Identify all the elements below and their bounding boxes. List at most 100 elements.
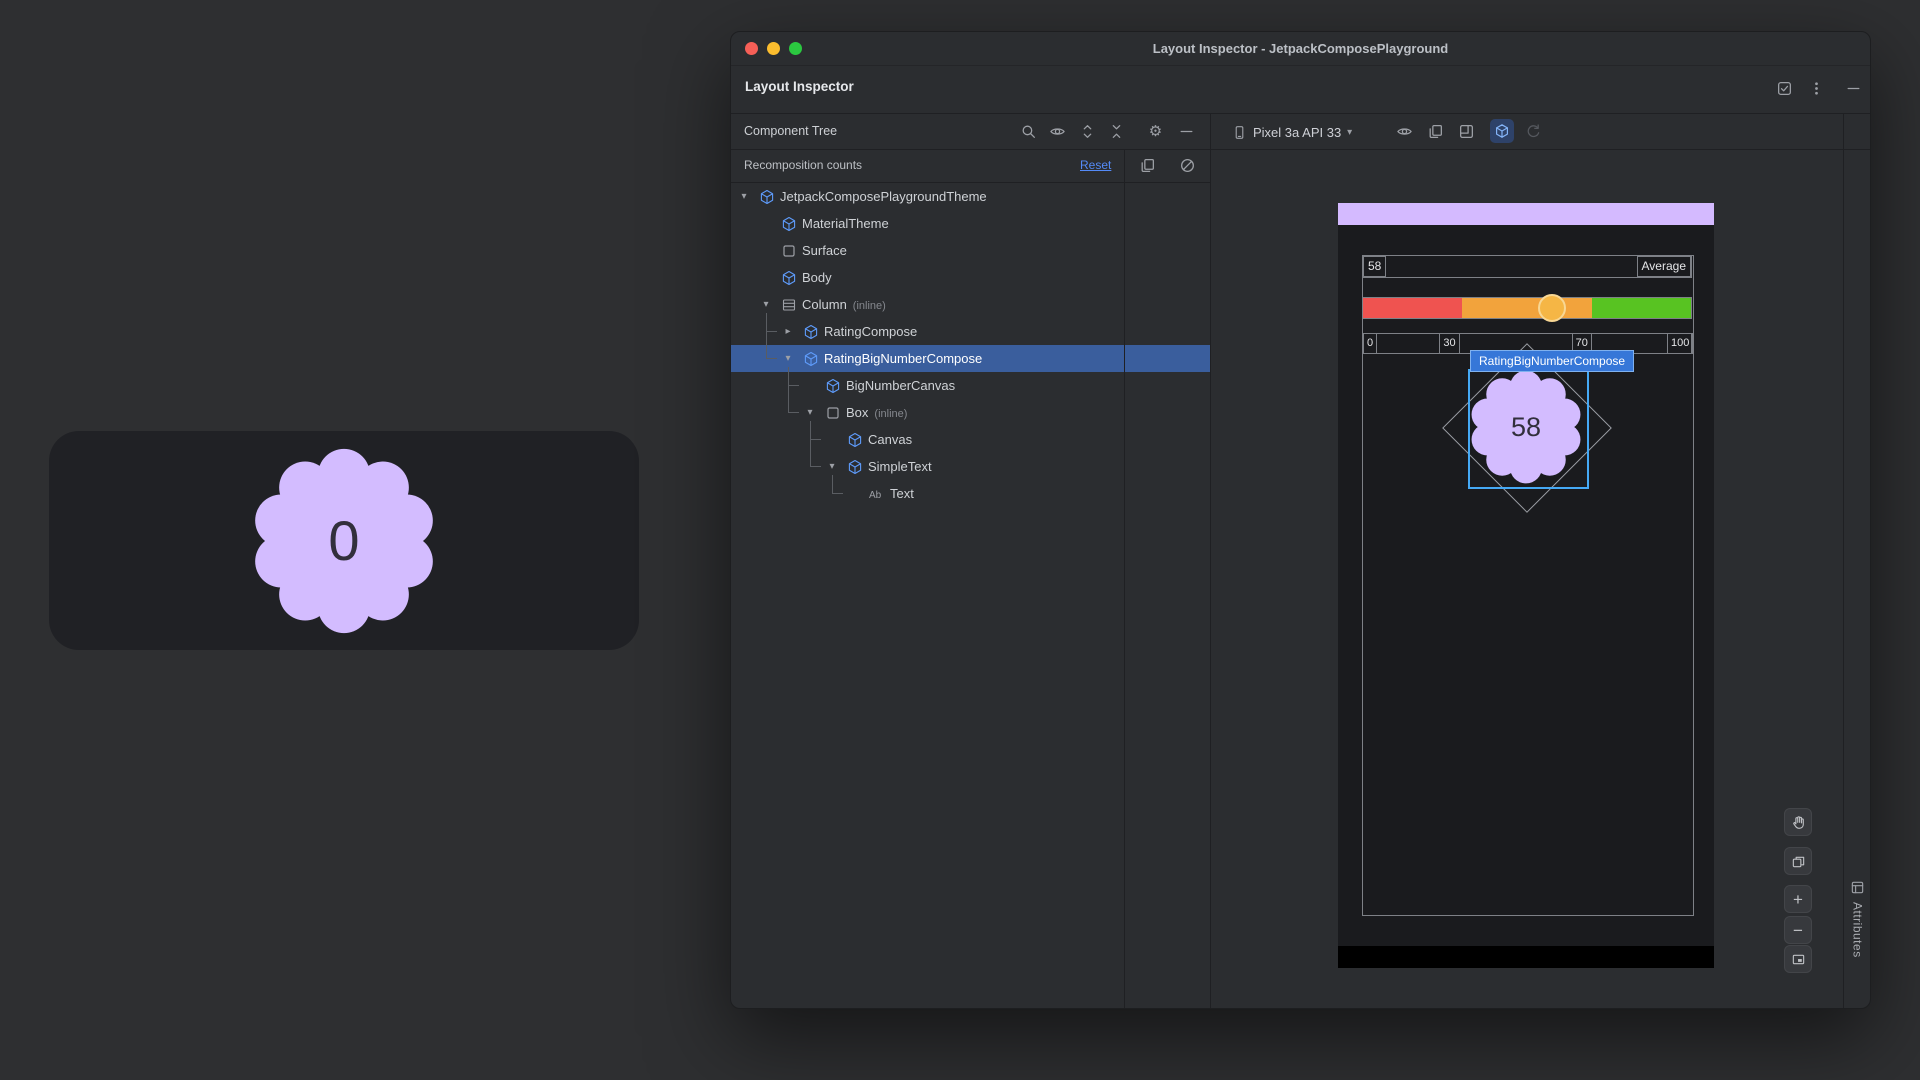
tree-node-label: MaterialTheme (802, 210, 889, 237)
divider (731, 113, 1870, 114)
device-screen[interactable]: 58 Average 03070100 58 RatingBigNumberCo… (1338, 203, 1714, 968)
tree-node-suffix: (inline) (874, 408, 907, 420)
compose-icon (847, 459, 863, 475)
fit-screen-icon (1791, 952, 1806, 967)
tree-row-surface[interactable]: Surface (731, 237, 1210, 264)
refresh-icon (1525, 123, 1542, 140)
hide-tool-window-icon[interactable] (1845, 80, 1862, 97)
tree-row-bignumbercanvas[interactable]: BigNumberCanvas (731, 372, 1210, 399)
device-viewport: 58 Average 03070100 58 RatingBigNumberCo… (1210, 149, 1843, 1008)
text-icon: Ab (869, 486, 885, 502)
tree-node-label: Canvas (868, 426, 912, 453)
tree-node-label: BigNumberCanvas (846, 372, 955, 399)
mode-3d-button[interactable] (1490, 119, 1514, 143)
rendering-toggle-icon[interactable] (1776, 80, 1793, 97)
search-icon[interactable] (1020, 123, 1037, 140)
block-icon[interactable] (1179, 157, 1196, 174)
view-options-icon[interactable] (1396, 123, 1413, 140)
zoom-out-button[interactable]: − (1784, 916, 1812, 944)
snapshot-icon[interactable] (1427, 123, 1444, 140)
tree-row-canvas[interactable]: Canvas (731, 426, 1210, 453)
selection-tooltip: RatingBigNumberCompose (1470, 350, 1634, 372)
layout-inspector-window: Layout Inspector - JetpackComposePlaygro… (730, 31, 1871, 1009)
rating-header-row: 58 Average (1362, 255, 1692, 278)
gear-icon[interactable]: ⚙ (1147, 123, 1164, 140)
tree-row-box[interactable]: ▾Box(inline) (731, 399, 1210, 426)
compose-icon (847, 432, 863, 448)
page-title: Layout Inspector (745, 79, 854, 94)
preview-card: 0 (49, 431, 639, 650)
rating-text-label: Average (1637, 256, 1691, 277)
attributes-tab-label: Attributes (1851, 902, 1865, 958)
right-tool-strip: Attributes (1843, 113, 1871, 1008)
column-icon (781, 297, 797, 313)
tree-connector (810, 421, 811, 467)
compose-icon (781, 216, 797, 232)
rating-bar-segment (1462, 298, 1591, 318)
divider (1124, 149, 1125, 1008)
tree-node-label: RatingBigNumberCompose (824, 345, 982, 372)
recomposition-counts-label: Recomposition counts (744, 158, 862, 172)
chevron-down-icon[interactable]: ▾ (737, 183, 751, 210)
compose-icon (781, 270, 797, 286)
tree-row-ratingcompose[interactable]: ▸ RatingCompose (731, 318, 1210, 345)
navigation-bar (1338, 946, 1714, 968)
window-title: Layout Inspector - JetpackComposePlaygro… (731, 41, 1870, 56)
status-bar (1338, 203, 1714, 225)
rating-value-label: 58 (1363, 256, 1386, 277)
zoom-in-button[interactable]: + (1784, 885, 1812, 913)
surface-icon (825, 405, 841, 421)
tree-node-label: SimpleText (868, 453, 932, 480)
tree-connector (810, 439, 821, 440)
surface-icon (781, 243, 797, 259)
tree-node-label: Box(inline) (846, 399, 907, 426)
zoom-to-fit-button[interactable] (1784, 945, 1812, 973)
compose-icon (803, 324, 819, 340)
tree-row-column[interactable]: ▾Column(inline) (731, 291, 1210, 318)
device-selector[interactable]: Pixel 3a API 33 ▾ (1232, 120, 1352, 144)
minimize-window-button[interactable] (767, 42, 780, 55)
rating-bar-segment (1592, 298, 1691, 318)
tree-row-simpletext[interactable]: ▾SimpleText (731, 453, 1210, 480)
tree-row-text[interactable]: Ab Text (731, 480, 1210, 507)
tree-node-label: JetpackComposePlaygroundTheme (780, 183, 987, 210)
device-icon (1232, 125, 1247, 140)
tree-row-body[interactable]: Body (731, 264, 1210, 291)
compose-icon (803, 351, 819, 367)
device-selector-label: Pixel 3a API 33 (1253, 125, 1341, 140)
selection-outline (1468, 369, 1589, 489)
tree-connector (832, 493, 843, 494)
chevron-right-icon[interactable]: ▸ (781, 318, 795, 345)
tree-connector (766, 358, 777, 359)
attributes-tab[interactable]: Attributes (1844, 880, 1871, 958)
tree-connector (788, 412, 799, 413)
reset-counts-link[interactable]: Reset (1080, 158, 1111, 172)
window-titlebar[interactable]: Layout Inspector - JetpackComposePlaygro… (731, 32, 1870, 66)
more-options-icon[interactable] (1808, 80, 1825, 97)
layout-bounds-icon[interactable] (1458, 123, 1475, 140)
tree-node-label: RatingCompose (824, 318, 917, 345)
scale-label: 100 (1667, 333, 1693, 354)
view-options-icon[interactable] (1049, 123, 1066, 140)
tree-row-jetpackcomposeplaygroundtheme[interactable]: ▾ JetpackComposePlaygroundTheme (731, 183, 1210, 210)
compose-icon (825, 378, 841, 394)
component-tree: ▾ JetpackComposePlaygroundThemeMaterialTh… (731, 183, 1210, 1008)
tree-connector (810, 466, 821, 467)
tree-node-label: Text (890, 480, 914, 507)
layers-icon (1791, 854, 1806, 869)
rating-knob (1538, 294, 1566, 322)
zoom-window-button[interactable] (789, 42, 802, 55)
expand-all-icon[interactable] (1079, 123, 1096, 140)
compose-icon (759, 189, 775, 205)
layer-spacing-button[interactable] (1784, 847, 1812, 875)
scale-label: 0 (1363, 333, 1377, 354)
hide-counts-icon[interactable] (1178, 123, 1195, 140)
pan-mode-button[interactable] (1784, 808, 1812, 836)
hand-icon (1791, 815, 1806, 830)
tree-row-ratingbignumbercompose[interactable]: ▾RatingBigNumberCompose (731, 345, 1210, 372)
copy-icon[interactable] (1139, 157, 1156, 174)
rating-badge-value: 0 (328, 508, 359, 573)
tree-row-materialtheme[interactable]: MaterialTheme (731, 210, 1210, 237)
close-window-button[interactable] (745, 42, 758, 55)
collapse-all-icon[interactable] (1108, 123, 1125, 140)
